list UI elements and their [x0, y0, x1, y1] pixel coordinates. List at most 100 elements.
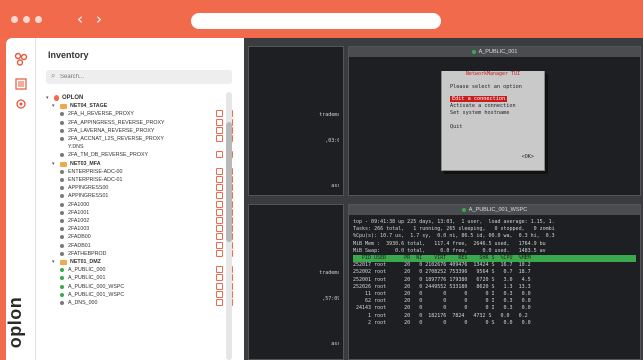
open-session-icon[interactable]: [216, 208, 223, 216]
status-dot-icon: [60, 243, 64, 248]
item-label: 2FADB01: [68, 242, 91, 249]
open-session-icon[interactable]: [216, 126, 223, 134]
oplon-logo: oplon: [6, 296, 26, 349]
networkmanager-dialog[interactable]: NetworkManager TUI Please select an opti…: [441, 71, 545, 171]
status-dot-icon: [60, 112, 64, 117]
open-session-icon[interactable]: [216, 110, 223, 118]
terminal-window-bottom-left[interactable]: trademarks, all rig ,57:09 AM assword: [248, 204, 344, 360]
status-dot-icon: [60, 219, 64, 223]
open-session-icon[interactable]: [216, 200, 223, 208]
open-session-icon[interactable]: [216, 118, 223, 126]
address-bar[interactable]: [191, 13, 441, 29]
item-label: A_PUBLIC_000_WSPC: [68, 283, 125, 290]
status-dot-icon: [60, 284, 64, 289]
status-dot-icon: [60, 292, 64, 297]
open-session-icon[interactable]: [216, 225, 223, 233]
folder-icon: [60, 161, 67, 167]
open-session-icon[interactable]: [216, 266, 223, 274]
open-session-icon[interactable]: [216, 167, 223, 175]
open-session-icon[interactable]: [216, 241, 223, 249]
tree-root-label: OPLON: [62, 95, 84, 101]
process-table-header: PID USER PR NI VIRT RES SHR S %CPU %MEM: [353, 255, 636, 263]
terminal-output: trademarks, all rig ,57:09 AM assword: [319, 270, 339, 347]
scrollbar-thumb[interactable]: [226, 122, 232, 242]
forward-arrow-icon[interactable]: ›: [96, 10, 102, 28]
terminal-window-top-left[interactable]: trademarks, all r ,03:06 PM assword: [248, 46, 344, 196]
network-icon[interactable]: [14, 52, 28, 66]
top-output: top - 09:41:38 up 225 days, 13:03, 1 use…: [353, 219, 636, 327]
chevron-down-icon[interactable]: ▾: [52, 102, 55, 110]
inventory-title: Inventory: [48, 50, 89, 60]
status-dot-icon: [60, 153, 64, 158]
close-window-dot[interactable]: [11, 16, 18, 23]
settings-gear-icon[interactable]: [14, 98, 28, 112]
item-label: 2FA1001: [68, 209, 90, 216]
app-frame: oplon Inventory ⌕ ▾OPLON▾NET04_STAGE2FA_…: [6, 38, 643, 360]
top-line: 252002 root 20 0 2708252 753396 9564 S 0…: [353, 269, 531, 276]
browser-titlebar: ‹ ›: [0, 0, 643, 38]
terminal-window-bottom-right[interactable]: A_PUBLIC_001_WSPC top - 09:41:38 up 225 …: [348, 204, 641, 360]
status-dot-icon: [471, 49, 476, 54]
chevron-down-icon[interactable]: ▾: [52, 160, 55, 168]
top-line: 11 root 20 0 0 0 0 I 0.3 0.0: [353, 291, 531, 298]
search-box[interactable]: ⌕: [46, 70, 232, 84]
ok-button[interactable]: <OK>: [522, 154, 535, 160]
back-arrow-icon[interactable]: ‹: [77, 10, 83, 28]
item-label: 2FADB00: [68, 234, 91, 241]
chevron-down-icon[interactable]: ▾: [52, 258, 55, 266]
top-line: 252001 root 20 0 1897776 179380 6720 S 3…: [353, 276, 531, 283]
status-dot-icon: [60, 235, 64, 240]
terminal-window-top-right[interactable]: A_PUBLIC_001 NetworkManager TUI Please s…: [348, 46, 641, 196]
option-set-hostname[interactable]: Set system hostname: [450, 110, 509, 116]
option-activate-connection[interactable]: Activate a connection: [450, 103, 516, 109]
maximize-window-dot[interactable]: [35, 16, 42, 23]
item-label: A_PUBLIC_001_WSPC: [68, 291, 125, 298]
item-label: ENTERPRISE-ADC-01: [68, 177, 123, 183]
status-dot-icon: [60, 202, 64, 207]
open-session-icon[interactable]: [216, 192, 223, 200]
top-line: MiB Swap: 0.0 total, 0.0 free, 0.0 used.…: [353, 247, 546, 254]
open-session-icon[interactable]: [216, 249, 223, 257]
browser-window: ‹ › oplon Inventory ⌕ ▾ OPLON ▾ NET04_STAGE…: [0, 0, 643, 360]
status-dot-icon: [60, 186, 64, 191]
dialog-title: NetworkManager TUI: [442, 71, 544, 77]
open-session-icon[interactable]: [216, 217, 223, 224]
open-session-icon[interactable]: [216, 151, 223, 159]
open-session-icon[interactable]: [216, 299, 223, 306]
search-input[interactable]: [60, 71, 220, 83]
top-line: 2 root 20 0 0 0 0 S 0.0 0.0: [353, 319, 531, 326]
item-label: 2FA1000: [68, 201, 90, 208]
top-line: 24143 root 20 0 0 0 0 I 0.3 0.0: [353, 305, 531, 312]
open-session-icon[interactable]: [216, 290, 223, 298]
status-dot-icon: [60, 137, 64, 141]
item-label: 2FA_LAVERNA_REVERSE_PROXY: [68, 127, 155, 134]
open-session-icon[interactable]: [216, 274, 223, 282]
open-session-icon[interactable]: [216, 184, 223, 192]
window-title: A_PUBLIC_001_WSPC: [468, 207, 528, 213]
status-dot-icon: [60, 268, 64, 273]
open-session-icon[interactable]: [216, 282, 223, 290]
open-session-icon[interactable]: [216, 176, 223, 183]
list-icon[interactable]: [14, 78, 28, 92]
option-quit[interactable]: Quit: [450, 124, 463, 130]
inventory-scrollbar[interactable]: [226, 92, 232, 360]
top-line: top - 09:41:38 up 225 days, 13:03, 1 use…: [353, 219, 555, 225]
status-dot-icon: [60, 120, 64, 125]
status-dot-icon: [60, 128, 64, 133]
item-label: Y.DNS: [68, 144, 84, 151]
chevron-down-icon[interactable]: ▾: [46, 94, 49, 102]
top-line: 252017 root 20 0 2102676 409476 13424 S …: [353, 262, 531, 269]
search-icon: ⌕: [51, 71, 56, 80]
open-session-icon[interactable]: [216, 233, 223, 241]
item-label: A_PUBLIC_000: [68, 267, 106, 274]
open-session-icon[interactable]: [216, 135, 223, 142]
item-label: 2FA1003: [68, 226, 90, 233]
item-label: 2FA_H_REVERSE_PROXY: [68, 111, 134, 118]
status-dot-icon: [461, 207, 466, 212]
option-edit-connection[interactable]: Edit a connection: [450, 96, 508, 102]
status-dot-icon: [60, 169, 64, 174]
item-label: 2FA_TM_DB_REVERSE_PROXY: [68, 152, 149, 159]
status-dot-icon: [60, 276, 64, 281]
item-label: 2FA_ACCNAT_L2S_REVERSE_PROXY: [68, 136, 164, 142]
minimize-window-dot[interactable]: [23, 16, 30, 23]
